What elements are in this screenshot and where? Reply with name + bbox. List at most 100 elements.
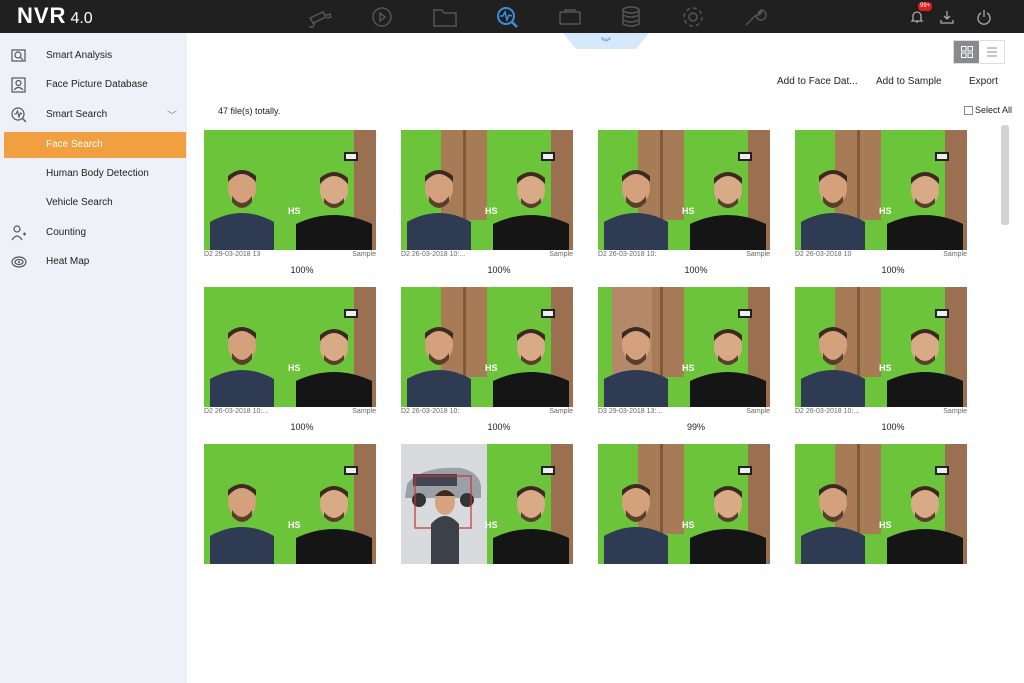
top-bar: NVR 4.0 99+ [0,0,1024,33]
face-thumbnail[interactable]: HS [598,130,770,250]
capture-channel-time: D3 29-03-2018 13:... [598,408,663,415]
sample-tag: Sample [549,251,573,258]
collapse-toggle[interactable]: ︾ [563,33,649,49]
power-icon[interactable] [969,0,999,33]
capture-channel-time: D2 26-03-2018 10: [401,408,460,415]
face-thumbnail[interactable]: HS [401,287,573,407]
main-panel: ︾ Add to Face Dat... Add to Sample Expor… [187,33,1024,683]
sample-tag: Sample [943,408,967,415]
sidebar-item-counting[interactable]: Counting [0,220,187,246]
face-thumbnail[interactable]: HS [598,287,770,407]
capture-channel-time: D2 29-03-2018 13 [204,251,261,258]
face-thumbnail[interactable]: HS [795,444,967,564]
sidebar-item-vehicle-search[interactable]: Vehicle Search [0,190,187,216]
smart-analysis-icon [10,47,28,65]
thumbnail-caption: D2 29-03-2018 13 Sample [204,251,376,258]
svg-text:HS: HS [288,520,301,530]
result-count: 47 file(s) totally. [218,106,281,116]
similarity-percent: 100% [881,422,905,432]
select-all-checkbox[interactable]: Select All [964,105,1012,115]
similarity-percent: 100% [684,265,708,275]
face-thumbnail[interactable]: HS [598,444,770,564]
brand-name: NVR [17,3,67,28]
sidebar-item-human-body-detection[interactable]: Human Body Detection [0,161,187,187]
face-thumbnail[interactable]: HS [795,287,967,407]
svg-text:HS: HS [485,206,498,216]
checkbox-icon [964,105,973,115]
sidebar-item-heat-map[interactable]: Heat Map [0,249,187,275]
sidebar-item-label: Smart Analysis [46,50,113,61]
download-icon[interactable] [932,0,962,33]
select-all-label: Select All [975,105,1013,115]
thumbnail-caption: D2 26-03-2018 10:... Sample [204,408,376,415]
face-thumbnail[interactable]: HS [204,287,376,407]
face-thumbnail[interactable]: HS [204,444,376,564]
svg-text:HS: HS [879,363,892,373]
counting-icon [10,224,28,242]
sidebar: Smart Analysis Face Picture Database Sma… [0,33,187,683]
folder-icon[interactable] [425,0,465,33]
svg-text:HS: HS [485,520,498,530]
svg-text:HS: HS [682,520,695,530]
add-to-face-database-button[interactable]: Add to Face Dat... [777,76,858,90]
alarm-bell-icon[interactable]: 99+ [902,0,933,33]
camera-device-icon[interactable] [550,0,590,33]
scrollbar[interactable] [1001,125,1009,225]
face-thumbnail[interactable]: HS [795,130,967,250]
similarity-percent: 99% [686,422,705,432]
sidebar-item-smart-analysis[interactable]: Smart Analysis [0,43,187,69]
camera-icon[interactable] [300,0,340,33]
sidebar-item-label: Human Body Detection [46,168,149,179]
sidebar-item-label: Vehicle Search [46,197,113,208]
sidebar-item-label: Face Search [46,139,103,150]
sample-tag: Sample [549,408,573,415]
similarity-percent: 100% [290,422,314,432]
smart-search-icon [10,106,28,124]
face-thumbnail[interactable]: HS [401,130,573,250]
sidebar-item-face-picture-database[interactable]: Face Picture Database [0,72,187,98]
capture-channel-time: D2 26-03-2018 10 [795,251,852,258]
wrench-icon[interactable] [735,0,775,33]
thumbnail-caption: D2 26-03-2018 10: Sample [401,408,573,415]
svg-text:HS: HS [879,520,892,530]
svg-text:HS: HS [288,206,301,216]
list-view-icon[interactable] [979,41,1004,63]
heat-map-icon [10,253,28,271]
similarity-percent: 100% [881,265,905,275]
capture-channel-time: D2 26-03-2018 10: [598,251,657,258]
sample-tag: Sample [352,251,376,258]
thumbnail-caption: D3 29-03-2018 13:... Sample [598,408,770,415]
thumbnail-caption: D2 26-03-2018 10 Sample [795,251,967,258]
smart-search-icon[interactable] [487,0,527,33]
sample-tag: Sample [746,251,770,258]
capture-channel-time: D2 26-03-2018 10:... [795,408,860,415]
svg-text:HS: HS [879,206,892,216]
playback-icon[interactable] [362,0,402,33]
alarm-badge: 99+ [918,2,933,11]
gear-icon[interactable] [673,0,713,33]
svg-text:HS: HS [682,206,695,216]
sidebar-item-smart-search[interactable]: Smart Search ﹀ [0,102,187,128]
grid-view-icon[interactable] [954,41,979,63]
chevron-down-icon[interactable]: ﹀ [167,107,177,122]
similarity-percent: 100% [290,265,314,275]
face-thumbnail[interactable]: HS [204,130,376,250]
sample-tag: Sample [943,251,967,258]
sample-tag: Sample [746,408,770,415]
sidebar-item-label: Face Picture Database [46,79,148,90]
storage-icon[interactable] [611,0,651,33]
similarity-percent: 100% [487,265,511,275]
brand-version: 4.0 [70,10,93,27]
similarity-percent: 100% [487,422,511,432]
thumbnail-caption: D2 26-03-2018 10: Sample [598,251,770,258]
svg-text:HS: HS [682,363,695,373]
sample-tag: Sample [352,408,376,415]
face-thumbnail[interactable]: HS [401,444,573,564]
sidebar-item-label: Heat Map [46,256,90,267]
svg-text:HS: HS [288,363,301,373]
face-database-icon [10,76,28,94]
add-to-sample-button[interactable]: Add to Sample [876,76,942,90]
svg-text:HS: HS [485,363,498,373]
export-button[interactable]: Export [969,76,998,90]
sidebar-item-face-search[interactable]: Face Search [4,132,186,158]
